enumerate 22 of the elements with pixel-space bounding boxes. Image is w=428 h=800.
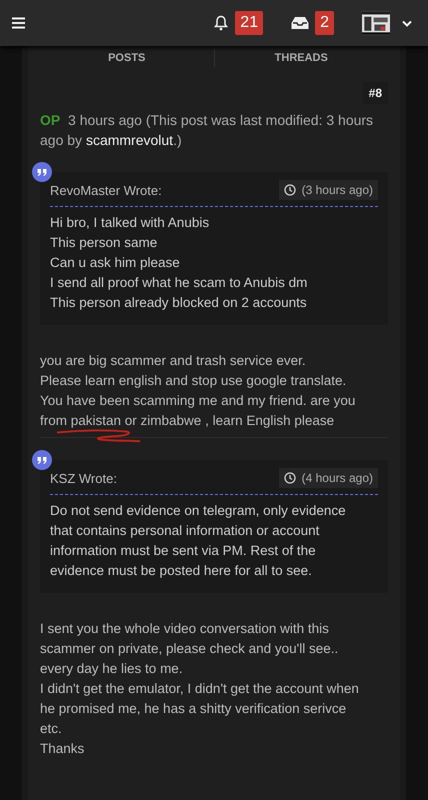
inbox-icon[interactable] xyxy=(291,16,310,30)
post-meta: OP 3 hours ago (This post was last modified: 3 hours ago by scammrevolut.) xyxy=(40,111,374,150)
quote-time: (4 hours ago) xyxy=(302,471,373,485)
quote-icon xyxy=(32,162,52,182)
quote-time: (3 hours ago) xyxy=(302,183,373,197)
quote-text: Do not send evidence on telegram, only evidence that contains personal information or account information must be sent via PM. Rest of the evidence must be posted here for all to see. xyxy=(50,502,347,580)
clock-icon xyxy=(284,184,296,196)
menu-icon[interactable] xyxy=(12,17,25,29)
message-count[interactable]: 2 xyxy=(315,11,334,35)
profile-tab[interactable]: POSTS xyxy=(40,52,214,64)
notification-count[interactable]: 21 xyxy=(235,11,264,35)
post-number[interactable]: #8 xyxy=(362,82,388,104)
caret-icon[interactable] xyxy=(402,20,412,26)
quote-text: Hi bro, I talked with Anubis This person same Can u ask him please I send all proof what he scam to Anubis dm This person already blocked on 2 accounts xyxy=(50,214,308,312)
post-text: I sent you the whole video conversation with this scammer on private, please check and you'll see.. every day he lies to me. I didn't get the emulator, I didn't get the account when he promised me, he has a shitty verification serivce etc. Thanks xyxy=(40,620,360,758)
profile-tab[interactable]: THREADS xyxy=(214,52,388,64)
quote-icon xyxy=(32,450,52,470)
clock-icon xyxy=(284,472,296,484)
bell-icon[interactable] xyxy=(213,15,230,31)
post-text: you are big scammer and trash service ever. Please learn english and stop use google translate. You have been scamming me and my friend. are you from pakistan or zimbabwe , learn English please xyxy=(40,352,356,430)
quote-author: KSZ Wrote: xyxy=(50,470,117,486)
quote-author: RevoMaster Wrote: xyxy=(50,182,162,198)
